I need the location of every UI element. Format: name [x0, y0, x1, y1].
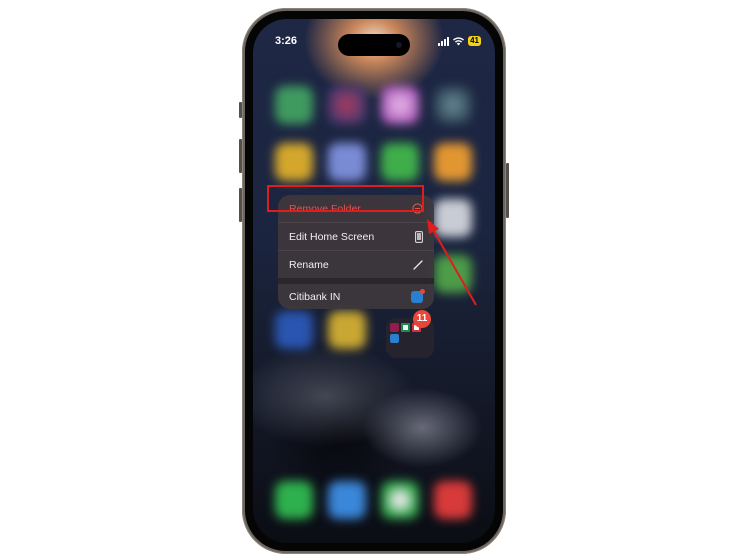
annotation-arrow — [427, 219, 477, 306]
